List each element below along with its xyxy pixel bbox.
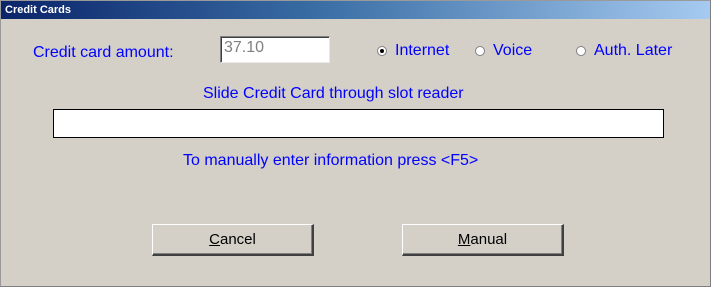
manual-button-label: Manual bbox=[457, 231, 508, 248]
radio-selected-dot bbox=[380, 49, 384, 53]
cancel-button-label: Cancel bbox=[209, 231, 256, 248]
radio-voice[interactable]: Voice bbox=[475, 42, 532, 60]
radio-voice-circle bbox=[475, 46, 485, 56]
manual-button[interactable]: Manual bbox=[402, 224, 564, 256]
swipe-instruction: Slide Credit Card through slot reader bbox=[203, 85, 464, 102]
credit-cards-dialog: Credit Cards Credit card amount: 37.10 I… bbox=[0, 0, 711, 287]
radio-voice-label: Voice bbox=[493, 42, 533, 59]
amount-field[interactable]: 37.10 bbox=[220, 36, 330, 63]
title-bar[interactable]: Credit Cards bbox=[1, 1, 710, 19]
cancel-button[interactable]: Cancel bbox=[152, 224, 314, 256]
radio-auth-later-label: Auth. Later bbox=[594, 42, 673, 59]
radio-auth-later[interactable]: Auth. Later bbox=[576, 42, 672, 60]
radio-internet-circle bbox=[377, 46, 387, 56]
card-swipe-input[interactable] bbox=[53, 109, 664, 138]
amount-label: Credit card amount: bbox=[33, 44, 174, 61]
radio-internet-label: Internet bbox=[395, 42, 450, 59]
radio-internet[interactable]: Internet bbox=[377, 42, 449, 60]
window-title: Credit Cards bbox=[5, 4, 72, 16]
radio-auth-later-circle bbox=[576, 46, 586, 56]
manual-entry-hint: To manually enter information press <F5> bbox=[183, 152, 479, 169]
